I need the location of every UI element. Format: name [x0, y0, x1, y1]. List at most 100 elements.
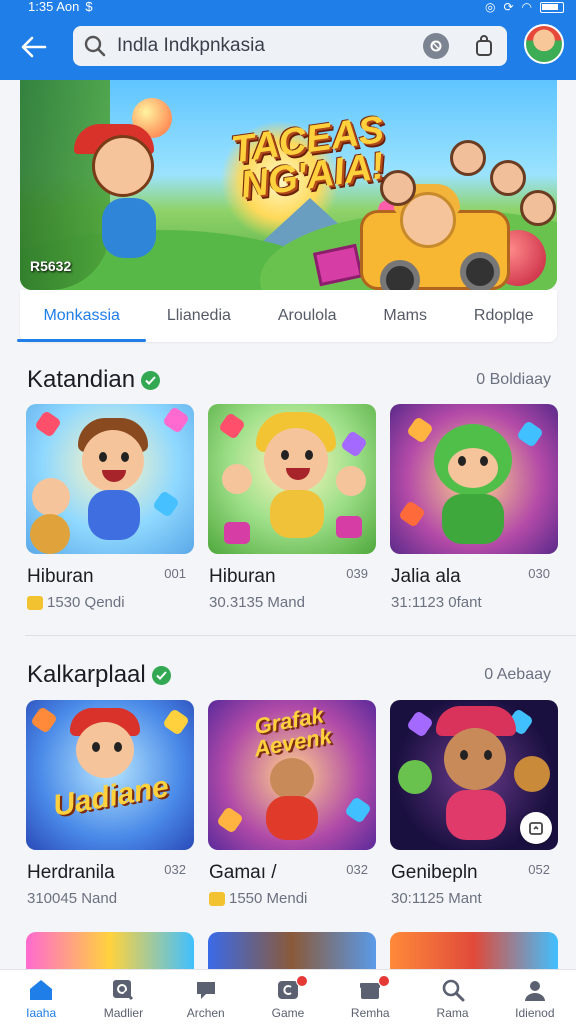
section-title-text: Katandian — [27, 366, 136, 393]
game-thumbnail — [26, 932, 194, 969]
chat-icon — [196, 982, 215, 999]
arrow-left-icon — [21, 36, 47, 58]
banner-tag: R5632 — [30, 258, 72, 274]
search-icon — [84, 35, 106, 57]
game-title: Hiburan — [27, 566, 94, 587]
nav-idienod[interactable]: Idienod — [494, 970, 576, 1024]
nav-label: Madlier — [103, 1006, 144, 1020]
game-thumbnail — [26, 404, 194, 554]
nav-remha[interactable]: Remha — [329, 970, 411, 1024]
game-card[interactable]: Hiburan 001 1530 Qendi — [26, 404, 194, 611]
tab-mams[interactable]: Mams — [377, 290, 433, 342]
coin-icon — [27, 595, 43, 610]
game-meta: 310045 Nand — [27, 890, 118, 907]
profile-icon — [524, 981, 545, 1001]
game-thumbnail — [390, 404, 558, 554]
notification-badge — [378, 975, 391, 987]
game-title: Genibepln — [391, 862, 478, 883]
game-card[interactable] — [390, 932, 558, 969]
section-header: Kalkarplaal 0 Aebaay — [27, 660, 551, 690]
status-time: 1:35 Aon — [28, 0, 80, 14]
shopping-bag-icon — [476, 35, 492, 56]
game-card[interactable]: Uadiane Herdranila 032 310045 Nand — [26, 700, 194, 907]
banner-kid — [92, 135, 154, 197]
game-title: Gamaı / — [209, 862, 277, 883]
nav-label: Rama — [436, 1006, 469, 1020]
banner-wheel — [460, 252, 500, 290]
tab-aroulola[interactable]: Aroulola — [272, 290, 343, 342]
save-button[interactable] — [520, 812, 552, 844]
rotation-icon: ⟳ — [503, 0, 514, 14]
bottom-navigation: Iaaha Madlier Archen Game Remha Rama Idi… — [0, 969, 576, 1024]
nav-label: Iaaha — [26, 1006, 57, 1020]
nav-label: Idienod — [515, 1006, 555, 1020]
home-icon — [30, 980, 53, 1000]
game-meta: 30.3135 Mand — [209, 594, 305, 611]
banner-crowd-kid — [520, 190, 556, 226]
game-meta: 1530 Qendi — [27, 594, 125, 611]
section-more-link[interactable]: 0 Aebaay — [484, 666, 551, 684]
game-card[interactable]: Jalia ala 030 31:1123 0fant — [390, 404, 558, 611]
banner-kid-body — [102, 198, 156, 258]
banner-crowd-kid — [490, 160, 526, 196]
game-title: Jalia ala — [391, 566, 461, 587]
game-thumbnail: Grafak Aevenk — [208, 700, 376, 850]
section-header: Katandian 0 Boldiaay — [27, 365, 551, 395]
nav-game[interactable]: Game — [247, 970, 329, 1024]
alarm-icon: ◎ — [484, 0, 496, 14]
coin-icon — [209, 891, 225, 906]
hero-banner[interactable]: TACEAS NG'AIA! R5632 — [20, 80, 557, 290]
nav-archen[interactable]: Archen — [165, 970, 247, 1024]
game-number: 032 — [164, 862, 186, 877]
game-card[interactable]: Hiburan 039 30.3135 Mand — [208, 404, 376, 611]
top-bar: 1:35 Aon $ ◎ ⟳ ◠ — [0, 0, 576, 80]
game-card[interactable]: Grafak Aevenk Gamaı / 032 1550 Mendi — [208, 700, 376, 907]
search-input[interactable] — [117, 35, 423, 57]
section-title: Kalkarplaal — [27, 661, 171, 689]
search-box[interactable] — [73, 26, 507, 66]
search-doc-icon — [113, 980, 134, 1001]
nav-home[interactable]: Iaaha — [0, 970, 82, 1024]
game-thumbnail — [390, 932, 558, 969]
tab-rdoplqe[interactable]: Rdoplqe — [468, 290, 540, 342]
app-bar — [0, 22, 576, 72]
game-card[interactable] — [208, 932, 376, 969]
nav-madlier[interactable]: Madlier — [82, 970, 164, 1024]
notification-badge — [295, 975, 308, 987]
game-title: Hiburan — [209, 566, 276, 587]
bookmark-icon — [529, 822, 543, 835]
game-number: 052 — [528, 862, 550, 877]
back-button[interactable] — [14, 27, 54, 67]
game-card[interactable]: Genibepln 052 30:1125 Mant — [390, 700, 558, 907]
category-tabs: Monkassia Llianedia Aroulola Mams Rdoplq… — [17, 290, 557, 342]
game-meta: 30:1125 Mant — [391, 890, 482, 907]
game-thumbnail — [208, 404, 376, 554]
camera-icon — [430, 40, 442, 52]
tab-llianedia[interactable]: Llianedia — [161, 290, 237, 342]
nav-rama[interactable]: Rama — [411, 970, 493, 1024]
game-title: Herdranila — [27, 862, 115, 883]
status-extra: $ — [85, 0, 93, 14]
verified-check-icon — [141, 370, 161, 390]
game-meta-text: 1530 Qendi — [47, 594, 125, 611]
avatar[interactable] — [524, 24, 564, 64]
game-meta: 31:1123 0fant — [391, 594, 482, 611]
banner-crowd-kid — [450, 140, 486, 176]
camera-button[interactable] — [423, 33, 449, 59]
game-card[interactable] — [26, 932, 194, 969]
game-number: 001 — [164, 566, 186, 581]
nav-label: Remha — [350, 1006, 390, 1020]
bag-button[interactable] — [471, 33, 497, 59]
section-more-link[interactable]: 0 Boldiaay — [476, 371, 551, 389]
game-meta-text: 1550 Mendi — [229, 890, 308, 907]
game-meta: 1550 Mendi — [209, 890, 307, 907]
battery-icon — [540, 1, 564, 13]
search-icon — [442, 979, 465, 1002]
nav-label: Game — [271, 1006, 305, 1020]
section-title-text: Kalkarplaal — [27, 661, 146, 688]
tab-monkassia[interactable]: Monkassia — [17, 290, 147, 342]
game-number: 032 — [346, 862, 368, 877]
wifi-icon: ◠ — [521, 0, 532, 14]
game-thumbnail — [390, 700, 558, 850]
section-title: Katandian — [27, 366, 161, 394]
